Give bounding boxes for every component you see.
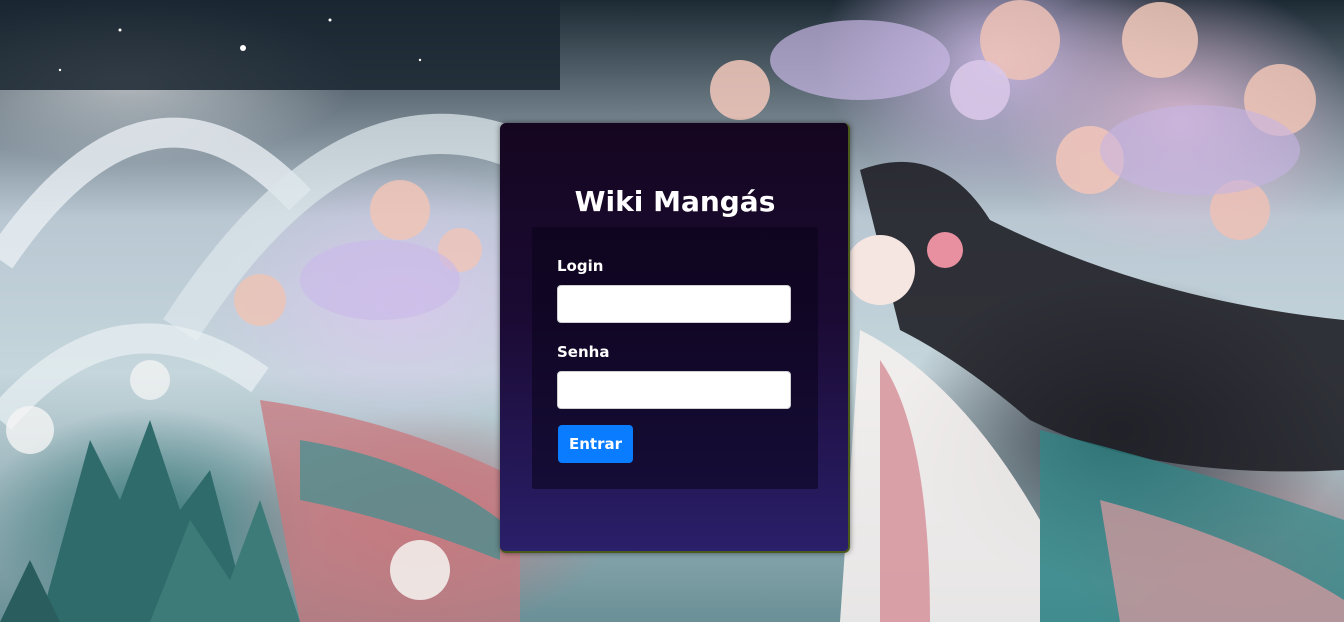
login-input[interactable] xyxy=(557,285,791,323)
senha-label: Senha xyxy=(557,343,610,361)
page-title: Wiki Mangás xyxy=(574,185,776,218)
login-form: Login Senha Entrar xyxy=(532,227,818,489)
login-panel: Wiki Mangás Login Senha Entrar xyxy=(500,123,850,553)
submit-button[interactable]: Entrar xyxy=(558,425,633,463)
login-label: Login xyxy=(557,257,604,275)
password-input[interactable] xyxy=(557,371,791,409)
